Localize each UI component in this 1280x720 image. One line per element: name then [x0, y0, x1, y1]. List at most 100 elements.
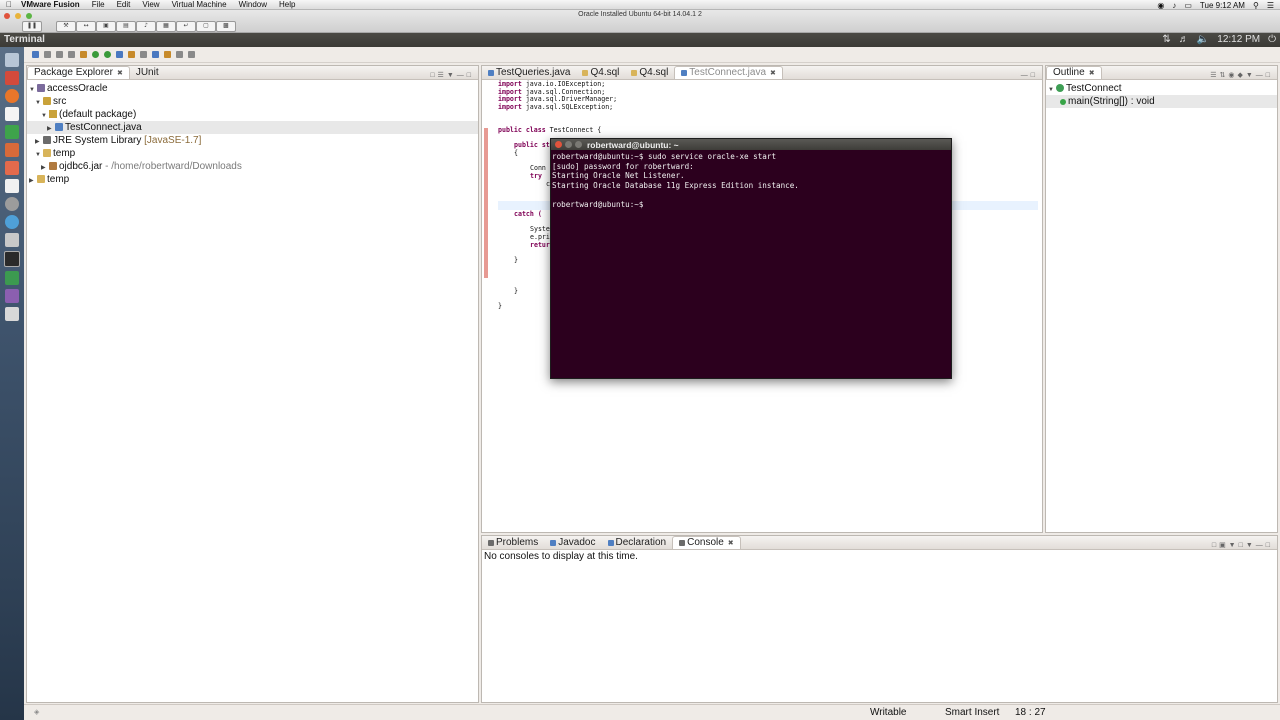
eclipse-icon[interactable]: [5, 271, 19, 285]
tab-declaration[interactable]: Declaration: [602, 537, 673, 549]
close-icon[interactable]: ✖: [770, 70, 776, 77]
settings-button[interactable]: ⚒: [56, 21, 76, 32]
battery-icon[interactable]: ▭: [1184, 1, 1192, 10]
close-icon[interactable]: ✖: [728, 540, 734, 547]
tab-q4-sql-2[interactable]: Q4.sql: [625, 67, 674, 79]
tab-package-explorer[interactable]: Package Explorer ✖: [27, 66, 130, 79]
files-icon[interactable]: [5, 71, 19, 85]
terminal-output[interactable]: robertward@ubuntu:~$ sudo service oracle…: [551, 150, 951, 211]
search-icon[interactable]: ⚲: [1253, 1, 1259, 10]
forward-icon[interactable]: [188, 51, 195, 58]
amazon-icon[interactable]: [5, 179, 19, 193]
problems-icon: [488, 540, 494, 546]
save-icon[interactable]: [44, 51, 51, 58]
firefox-icon[interactable]: [5, 89, 19, 103]
tree-item-testconnect[interactable]: ▶ TestConnect.java: [27, 121, 478, 134]
app-menu[interactable]: VMware Fusion: [21, 0, 80, 9]
tab-junit[interactable]: JUnit: [130, 67, 165, 79]
maximize-icon[interactable]: [575, 141, 582, 148]
wifi-icon[interactable]: ◉: [1157, 1, 1164, 10]
tab-testconnect[interactable]: TestConnect.java ✖: [674, 66, 783, 79]
outline-view: Outline ✖ ☰⇅◉◆▼—□ ▼ TestConnect main(Strin…: [1045, 65, 1278, 533]
run-icon[interactable]: [92, 51, 99, 58]
tab-problems[interactable]: Problems: [482, 537, 544, 549]
writer-icon[interactable]: [5, 107, 19, 121]
run-external-icon[interactable]: [104, 51, 111, 58]
network-button[interactable]: ▦: [156, 21, 176, 32]
close-icon[interactable]: ✖: [1089, 70, 1095, 77]
close-icon[interactable]: [4, 13, 10, 19]
chrome-icon[interactable]: [5, 215, 19, 229]
tree-item-temp-project[interactable]: ▶ temp: [27, 173, 478, 186]
print-icon[interactable]: [68, 51, 75, 58]
tab-javadoc[interactable]: Javadoc: [544, 537, 601, 549]
menu-window[interactable]: Window: [239, 0, 267, 9]
code-line: TestConnect {: [549, 126, 602, 134]
save-all-icon[interactable]: [56, 51, 63, 58]
tab-q4-sql[interactable]: Q4.sql: [576, 67, 625, 79]
sound-icon[interactable]: ♬: [1179, 34, 1189, 45]
list-icon[interactable]: ☰: [1267, 1, 1274, 10]
tab-outline[interactable]: Outline ✖: [1046, 66, 1102, 79]
network-icon[interactable]: ⇅: [1162, 34, 1170, 45]
resize-button[interactable]: ↔: [76, 21, 96, 32]
zoom-icon[interactable]: [26, 13, 32, 19]
usb-button[interactable]: ▤: [116, 21, 136, 32]
volume-icon[interactable]: 🔈: [1197, 34, 1209, 45]
minimize-icon[interactable]: [565, 141, 572, 148]
snapshot-button[interactable]: ▣: [96, 21, 116, 32]
open-type-icon[interactable]: [140, 51, 147, 58]
view-controls[interactable]: □☰▼—□: [430, 71, 478, 79]
dash-icon[interactable]: [5, 53, 19, 67]
annotation-icon[interactable]: [164, 51, 171, 58]
fullscreen-button[interactable]: ▩: [216, 21, 236, 32]
share-button[interactable]: ↵: [176, 21, 196, 32]
suspend-button[interactable]: ❚❚: [22, 21, 42, 32]
tree-item-src[interactable]: ▼ src: [27, 95, 478, 108]
close-icon[interactable]: ✖: [117, 70, 123, 77]
unity-button[interactable]: ▢: [196, 21, 216, 32]
power-icon[interactable]: ⏻: [1268, 34, 1276, 45]
search-icon[interactable]: [152, 51, 159, 58]
new-icon[interactable]: [32, 51, 39, 58]
terminal-icon[interactable]: [4, 251, 20, 267]
code-line: retur: [530, 241, 550, 249]
mac-clock[interactable]: Tue 9:12 AM: [1200, 1, 1245, 10]
volume-icon[interactable]: ♪: [1172, 1, 1176, 10]
close-icon[interactable]: [555, 141, 562, 148]
terminal-titlebar[interactable]: robertward@ubuntu: ~: [551, 139, 951, 150]
view-controls[interactable]: —□: [1021, 72, 1042, 79]
menu-view[interactable]: View: [142, 0, 159, 9]
tree-item-temp[interactable]: ▼ temp: [27, 147, 478, 160]
tree-item-ojdbc6[interactable]: ▶ ojdbc6.jar - /home/robertward/Downloads: [27, 160, 478, 173]
trash-icon[interactable]: [5, 307, 19, 321]
calc-icon[interactable]: [5, 125, 19, 139]
console-controls[interactable]: □▣▼□▼—□: [1212, 541, 1277, 549]
impress-icon[interactable]: [5, 143, 19, 157]
debug-icon[interactable]: [80, 51, 87, 58]
tree-item-accessoracle[interactable]: ▼ accessOracle: [27, 82, 478, 95]
sound-button[interactable]: ♪: [136, 21, 156, 32]
system-settings-icon[interactable]: [5, 197, 19, 211]
terminal-window[interactable]: robertward@ubuntu: ~ robertward@ubuntu:~…: [550, 138, 952, 379]
tree-item-jre[interactable]: ▶ JRE System Library [JavaSE-1.7]: [27, 134, 478, 147]
tab-testqueries[interactable]: TestQueries.java: [482, 67, 576, 79]
tree-item-default-package[interactable]: ▼ (default package): [27, 108, 478, 121]
panel-clock[interactable]: 12:12 PM: [1217, 34, 1260, 45]
tab-console[interactable]: Console ✖: [672, 536, 741, 549]
outline-item-testconnect[interactable]: ▼ TestConnect: [1046, 82, 1277, 95]
back-icon[interactable]: [176, 51, 183, 58]
outline-controls[interactable]: ☰⇅◉◆▼—□: [1210, 71, 1277, 79]
menu-virtual-machine[interactable]: Virtual Machine: [172, 0, 227, 9]
menu-edit[interactable]: Edit: [117, 0, 131, 9]
app-icon[interactable]: [5, 233, 19, 247]
app-icon[interactable]: [5, 289, 19, 303]
outline-item-main[interactable]: main(String[]) : void: [1046, 95, 1277, 108]
software-center-icon[interactable]: [5, 161, 19, 175]
menu-help[interactable]: Help: [279, 0, 295, 9]
new-class-icon[interactable]: [128, 51, 135, 58]
new-package-icon[interactable]: [116, 51, 123, 58]
menu-file[interactable]: File: [92, 0, 105, 9]
apple-icon[interactable]: : [6, 0, 12, 9]
minimize-icon[interactable]: [15, 13, 21, 19]
